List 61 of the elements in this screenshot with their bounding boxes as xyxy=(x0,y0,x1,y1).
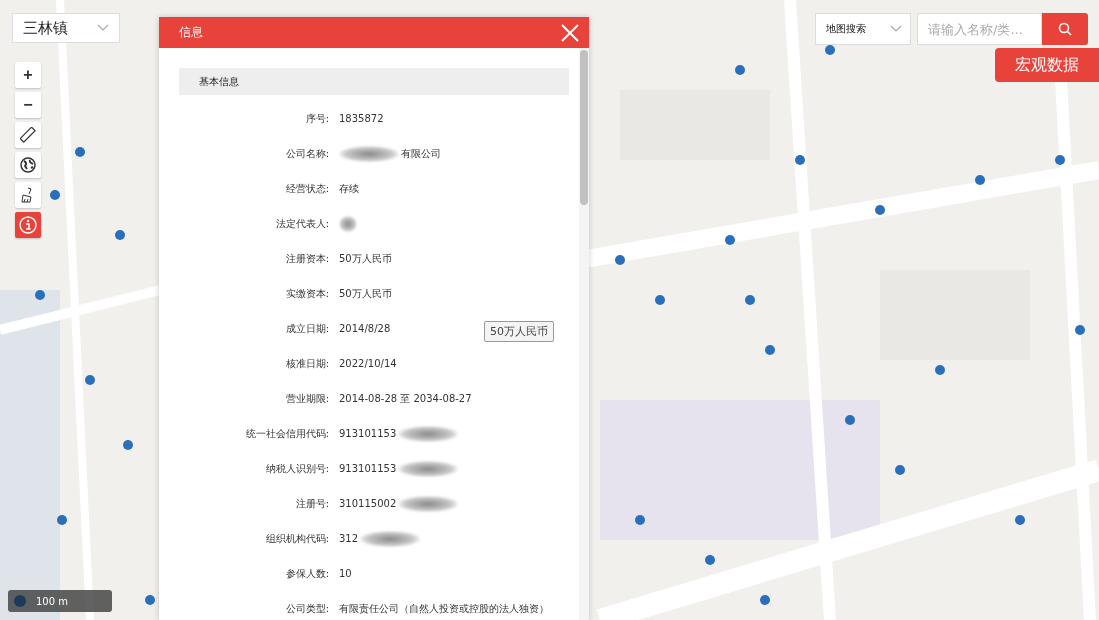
info-button[interactable] xyxy=(15,212,41,238)
field-label: 注册资本: xyxy=(285,251,329,266)
field-value: 2022/10/14 xyxy=(339,358,397,369)
close-button[interactable] xyxy=(559,21,581,44)
field-value: 10 xyxy=(339,568,352,579)
field-value: 有限公司 xyxy=(401,146,441,161)
field-label: 参保人数: xyxy=(285,566,329,581)
redaction-smudge xyxy=(339,145,399,162)
field-value: 有限责任公司（自然人投资或控股的法人独资） xyxy=(339,601,549,616)
zoom-out-button[interactable]: − xyxy=(15,92,41,118)
search-field[interactable]: 请输入名称/类... xyxy=(917,13,1042,45)
info-icon xyxy=(19,216,37,234)
caret-icon xyxy=(97,24,109,32)
field-label: 营业期限: xyxy=(285,391,329,406)
field-label: 公司名称: xyxy=(285,146,329,161)
caret-icon xyxy=(890,25,902,33)
field-value: 310115002 xyxy=(339,498,397,509)
section-header: 基本信息 xyxy=(179,68,569,95)
redaction-smudge xyxy=(398,460,459,477)
field-label: 经营状态: xyxy=(285,181,329,196)
field-value: 913101153 xyxy=(339,463,397,474)
redaction-smudge xyxy=(398,425,459,442)
scrollbar-thumb[interactable] xyxy=(580,50,588,205)
macro-data-button[interactable]: 宏观数据 xyxy=(995,48,1099,82)
field-label: 注册号: xyxy=(295,496,329,511)
ruler-icon xyxy=(20,127,36,143)
redaction-smudge xyxy=(398,495,459,512)
tooltip: 50万人民币 xyxy=(484,321,554,342)
field-value: 2014-08-28 至 2034-08-27 xyxy=(339,391,472,406)
globe-icon xyxy=(20,157,36,173)
field-value: 2014/8/28 xyxy=(339,323,391,334)
search-mode-select[interactable]: 地图搜索 xyxy=(815,13,911,45)
field-label: 组织机构代码: xyxy=(265,531,329,546)
brush-button[interactable] xyxy=(15,182,41,208)
search-icon xyxy=(1058,22,1072,36)
field-label: 成立日期: xyxy=(285,321,329,336)
field-label: 核准日期: xyxy=(285,356,329,371)
field-label: 实缴资本: xyxy=(285,286,329,301)
field-value: 50万人民币 xyxy=(339,286,392,301)
field-value: 913101153 xyxy=(339,428,397,439)
dialog-title: 信息 xyxy=(179,24,203,41)
search-button[interactable] xyxy=(1042,13,1088,45)
field-label: 公司类型: xyxy=(285,601,329,616)
field-label: 统一社会信用代码: xyxy=(245,426,329,441)
field-label: 法定代表人: xyxy=(275,216,329,231)
field-value: 1835872 xyxy=(339,113,384,124)
scrollbar[interactable] xyxy=(579,48,589,620)
field-label: 序号: xyxy=(305,111,329,126)
zoom-in-button[interactable]: + xyxy=(15,62,41,88)
field-label: 纳税人识别号: xyxy=(265,461,329,476)
redaction-smudge xyxy=(360,530,421,547)
close-icon xyxy=(559,21,581,44)
field-value: 312 xyxy=(339,533,359,544)
redaction-smudge xyxy=(339,215,357,232)
scale-label: 100 m xyxy=(36,595,68,607)
field-value: 50万人民币 xyxy=(339,251,392,266)
globe-button[interactable] xyxy=(15,152,41,178)
field-value: 存续 xyxy=(339,181,359,196)
scale-dot-icon xyxy=(14,595,26,607)
region-select[interactable]: 三林镇 xyxy=(12,13,120,43)
ruler-button[interactable] xyxy=(15,122,41,148)
